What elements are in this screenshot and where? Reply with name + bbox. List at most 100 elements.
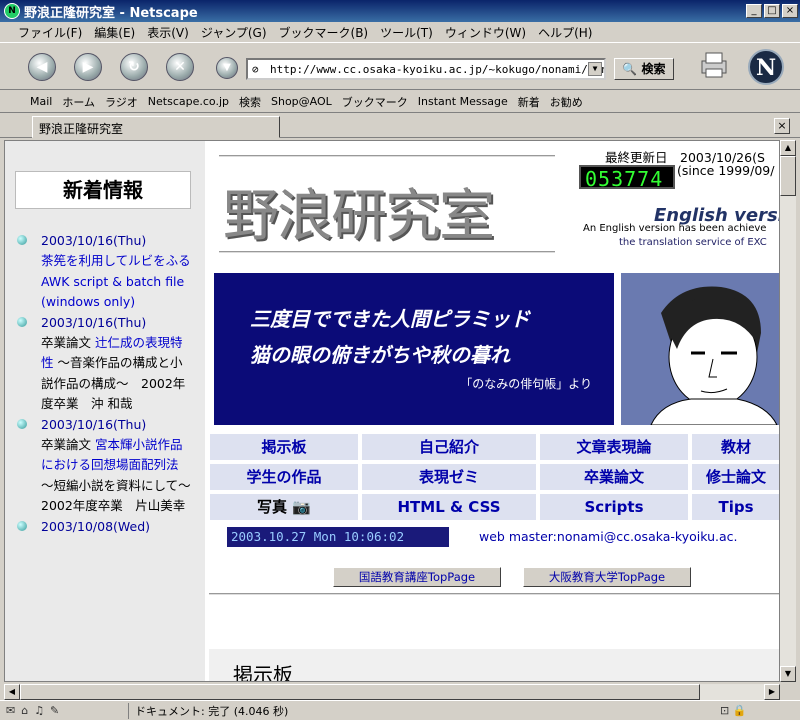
bookmark-recommend[interactable]: お勧め xyxy=(550,94,583,110)
horizontal-scrollbar[interactable]: ◀ ▶ xyxy=(4,684,780,700)
menu-materials[interactable]: 教材 xyxy=(691,433,779,461)
tab-bar: 野浪正隆研究室 × xyxy=(0,114,800,138)
divider xyxy=(219,155,555,158)
menu-tips[interactable]: Tips xyxy=(691,493,779,521)
menu-tools[interactable]: ツール(T) xyxy=(380,24,433,41)
window-title: 野浪正隆研究室 - Netscape xyxy=(24,5,198,21)
site-logo: 野浪研究室 xyxy=(223,184,495,249)
scroll-down-icon[interactable]: ▼ xyxy=(780,666,796,682)
search-button-label: 検索 xyxy=(641,62,666,76)
news-prefix: 卒業論文 xyxy=(41,437,92,453)
bullet-icon xyxy=(17,235,27,245)
news-prefix: 卒業論文 xyxy=(41,335,92,351)
portrait-illustration xyxy=(621,273,779,425)
menu-bbs[interactable]: 掲示板 xyxy=(209,433,359,461)
bookmark-radio[interactable]: ラジオ xyxy=(105,94,138,110)
personal-toolbar: Mail ホーム ラジオ Netscape.co.jp 検索 Shop@AOL … xyxy=(0,91,800,113)
minimize-button[interactable]: _ xyxy=(746,4,762,18)
main-column: 野浪研究室 最終更新日 2003/10/26(S 053774 (since 1… xyxy=(209,141,779,681)
news-header: 新着情報 xyxy=(15,171,191,209)
stop-button[interactable]: ✕ xyxy=(166,53,194,81)
menu-seminar[interactable]: 表現ゼミ xyxy=(361,463,537,491)
news-detail: 〜音楽作品の構成と小説作品の構成〜 2002年度卒業 沖 和哉 xyxy=(41,355,186,412)
title-bar: N 野浪正隆研究室 - Netscape _ □ × xyxy=(0,0,800,22)
news-link[interactable]: 茶筅を利用してルビをふる AWK script & batch file (wi… xyxy=(41,253,191,309)
menu-window[interactable]: ウィンドウ(W) xyxy=(445,24,526,41)
menu-scripts[interactable]: Scripts xyxy=(539,493,689,521)
menu-bar: ファイル(F) 編集(E) 表示(V) ジャンプ(G) ブックマーク(B) ツー… xyxy=(0,22,800,42)
menu-writing-theory[interactable]: 文章表現論 xyxy=(539,433,689,461)
menu-view[interactable]: 表示(V) xyxy=(147,24,189,41)
menu-photos[interactable]: 写真 📷 xyxy=(209,493,359,521)
clock-display: 2003.10.27 Mon 10:06:02 xyxy=(227,527,449,547)
bookmark-mail[interactable]: Mail xyxy=(30,95,52,108)
forward-button[interactable]: ▶ xyxy=(74,53,102,81)
component-bar-icons[interactable]: ✉⌂♫✎ xyxy=(0,704,128,717)
close-window-button[interactable]: × xyxy=(782,4,798,18)
news-item: 2003/10/08(Wed) xyxy=(17,517,191,537)
vertical-scroll-thumb[interactable] xyxy=(780,156,796,196)
tab-active[interactable]: 野浪正隆研究室 xyxy=(32,116,280,138)
divider xyxy=(209,593,779,596)
menu-profile[interactable]: 自己紹介 xyxy=(361,433,537,461)
bullet-icon xyxy=(17,418,27,429)
url-dropdown-icon[interactable]: ▼ xyxy=(588,62,602,76)
vertical-scrollbar[interactable]: ▲ ▼ xyxy=(780,140,796,682)
scroll-left-icon[interactable]: ◀ xyxy=(4,684,20,700)
search-button[interactable]: 🔍 検索 xyxy=(614,58,674,80)
back-button[interactable]: ◀ xyxy=(28,53,56,81)
haiku-banner: 三度目でできた人間ピラミッド 猫の眼の俯きがちや秋の暮れ 「のなみの俳句帳」より xyxy=(214,273,614,425)
menu-masters-theses[interactable]: 修士論文 xyxy=(691,463,779,491)
counter-since: (since 1999/09/ xyxy=(677,163,775,178)
news-sidebar: 新着情報 2003/10/16(Thu) 茶筅を利用してルビをふる AWK sc… xyxy=(5,141,205,681)
status-text: ドキュメント: 完了 (4.046 秒) xyxy=(128,702,720,719)
print-icon[interactable] xyxy=(698,51,732,79)
maximize-button[interactable]: □ xyxy=(764,4,780,18)
bullet-icon xyxy=(17,316,27,327)
translation-note[interactable]: the translation service of EXC xyxy=(619,237,767,248)
bookmark-bookmarks[interactable]: ブックマーク xyxy=(342,94,408,110)
bullet-icon xyxy=(17,520,27,531)
bookmark-home[interactable]: ホーム xyxy=(62,94,95,110)
netscape-logo-icon[interactable]: N xyxy=(748,49,784,85)
navigation-toolbar: ◀ ▶ ↻ ✕ ▼ ⊘ http://www.cc.osaka-kyoiku.a… xyxy=(0,42,800,90)
news-item: 2003/10/16(Thu) 茶筅を利用してルビをふる AWK script … xyxy=(17,231,191,313)
bookmark-shop[interactable]: Shop@AOL xyxy=(271,95,332,108)
reload-button[interactable]: ↻ xyxy=(120,53,148,81)
tab-label: 野浪正隆研究室 xyxy=(39,122,124,136)
bookmark-netscape[interactable]: Netscape.co.jp xyxy=(148,95,229,108)
bookmark-instant-message[interactable]: Instant Message xyxy=(418,95,508,108)
university-toppage-button[interactable]: 大阪教育大学TopPage xyxy=(523,567,691,587)
news-item: 2003/10/16(Thu) 卒業論文 辻仁成の表現特性 〜音楽作品の構成と小… xyxy=(17,313,191,415)
menu-bookmarks[interactable]: ブックマーク(B) xyxy=(279,24,369,41)
security-lock-icon[interactable]: ⊡ 🔒 xyxy=(720,704,800,717)
menu-edit[interactable]: 編集(E) xyxy=(94,24,135,41)
close-tab-icon[interactable]: × xyxy=(774,118,790,134)
news-detail: 〜短編小説を資料にして〜 2002年度卒業 片山美幸 xyxy=(41,477,204,514)
menu-html-css[interactable]: HTML & CSS xyxy=(361,493,537,521)
menu-go[interactable]: ジャンプ(G) xyxy=(201,24,267,41)
scroll-up-icon[interactable]: ▲ xyxy=(780,140,796,156)
menu-file[interactable]: ファイル(F) xyxy=(18,24,82,41)
scroll-right-icon[interactable]: ▶ xyxy=(764,684,780,700)
horizontal-scroll-thumb[interactable] xyxy=(20,684,700,700)
dept-toppage-button[interactable]: 国語教育講座TopPage xyxy=(333,567,501,587)
news-date: 2003/10/16(Thu) xyxy=(41,416,147,432)
news-item: 2003/10/16(Thu) 卒業論文 宮本輝小説作品における回想場面配列法 … xyxy=(17,415,203,517)
bookmark-search[interactable]: 検索 xyxy=(239,94,261,110)
menu-student-works[interactable]: 学生の作品 xyxy=(209,463,359,491)
news-list: 2003/10/16(Thu) 茶筅を利用してルビをふる AWK script … xyxy=(17,231,203,537)
bookmark-new[interactable]: 新着 xyxy=(518,94,540,110)
haiku-line-1: 三度目でできた人間ピラミッド xyxy=(250,307,530,331)
dropdown-icon[interactable]: ▼ xyxy=(216,57,238,79)
haiku-line-2: 猫の眼の俯きがちや秋の暮れ xyxy=(250,343,510,367)
webmaster-email-link[interactable]: web master:nonami@cc.osaka-kyoiku.ac. xyxy=(479,529,738,544)
news-date: 2003/10/16(Thu) xyxy=(41,314,147,330)
divider xyxy=(219,251,555,254)
bbs-section: 掲示板 xyxy=(209,649,779,681)
netscape-app-icon: N xyxy=(4,3,20,19)
menu-theses[interactable]: 卒業論文 xyxy=(539,463,689,491)
url-field[interactable]: ⊘ http://www.cc.osaka-kyoiku.ac.jp/~koku… xyxy=(246,58,606,80)
menu-help[interactable]: ヘルプ(H) xyxy=(538,24,592,41)
news-date: 2003/10/08(Wed) xyxy=(41,518,151,534)
